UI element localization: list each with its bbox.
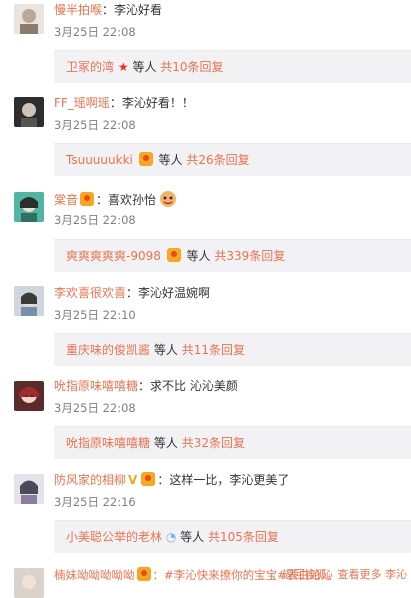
reply-username[interactable]: 吮指原味嘻嘻糖	[66, 436, 150, 450]
reply-summary[interactable]: 吮指原味嘻嘻糖 等人 共32条回复	[54, 426, 411, 459]
member-badge-icon	[136, 567, 151, 581]
reply-summary[interactable]: 卫冢的湾 ★ 等人 共10条回复	[54, 50, 411, 83]
watermark: 返回搜狐，查看更多 李沁	[282, 568, 408, 581]
comment-username[interactable]: FF_瑶啊瑶	[54, 96, 110, 110]
reply-count-link[interactable]: 共339条回复	[214, 249, 285, 263]
comment-text: ：李沁好看！！	[109, 96, 194, 110]
comment-item: FF_瑶啊瑶：李沁好看！！ 3月25日 22:08 Tsuuuuukki 等人 …	[0, 93, 411, 186]
avatar[interactable]	[14, 474, 44, 504]
member-badge-icon	[138, 152, 153, 166]
reply-summary[interactable]: 小美聪公举的老林 ◔ 等人 共105条回复	[54, 520, 411, 553]
comment-username[interactable]: 慢半拍喉	[54, 3, 102, 17]
reply-others-label: 等人	[180, 530, 205, 544]
reply-others-label: 等人	[186, 249, 211, 263]
member-badge-icon	[166, 248, 181, 262]
avatar[interactable]	[14, 568, 44, 598]
avatar[interactable]	[14, 286, 44, 316]
comment-item: 吮指原味嘻嘻糖：求不比 沁沁美颜 3月25日 22:08 吮指原味嘻嘻糖 等人 …	[0, 373, 411, 466]
reply-summary[interactable]: 重庆味的俊凯酱 等人 共11条回复	[54, 333, 411, 366]
reply-summary[interactable]: Tsuuuuukki 等人 共26条回复	[54, 143, 411, 176]
comment-text: ：李沁好看	[102, 3, 163, 17]
comment-timestamp: 3月25日 22:08	[54, 213, 136, 227]
emoji-icon	[158, 190, 178, 212]
reply-summary[interactable]: 爽爽爽爽爽-9098 等人 共339条回复	[54, 239, 411, 272]
comment-timestamp: 3月25日 22:08	[54, 25, 136, 39]
comment-timestamp: 3月25日 22:16	[54, 495, 136, 509]
comment-username[interactable]: 楠妹呦呦呦呦呦	[54, 568, 135, 582]
reply-others-label: 等人	[153, 343, 178, 357]
comment-item: 慢半拍喉：李沁好看 3月25日 22:08 卫冢的湾 ★ 等人 共10条回复	[0, 0, 411, 93]
avatar[interactable]	[14, 4, 44, 34]
avatar[interactable]	[14, 97, 44, 127]
reply-count-link[interactable]: 共10条回复	[160, 60, 223, 74]
reply-others-label: 等人	[158, 153, 183, 167]
comment-username[interactable]: 防风家的相柳	[54, 473, 126, 487]
reply-count-link[interactable]: 共11条回复	[182, 343, 245, 357]
reply-others-label: 等人	[132, 60, 157, 74]
reply-others-label: 等人	[153, 436, 178, 450]
avatar[interactable]	[14, 381, 44, 411]
comment-item: 李欢喜很欢喜：李沁好温婉啊 3月25日 22:10 重庆味的俊凯酱 等人 共11…	[0, 280, 411, 373]
reply-username[interactable]: 重庆味的俊凯酱	[66, 343, 150, 357]
member-badge-icon	[141, 472, 156, 486]
comment-timestamp: 3月25日 22:08	[54, 401, 136, 415]
avatar[interactable]	[14, 192, 44, 222]
comment-text: ：这样一比，李沁更美了	[157, 473, 290, 487]
reply-username[interactable]: 卫冢的湾	[66, 60, 114, 74]
star-icon: ★	[117, 60, 129, 74]
verified-v-icon: V	[128, 473, 138, 487]
comment-timestamp: 3月25日 22:10	[54, 308, 136, 322]
comment-username[interactable]: 吮指原味嘻嘻糖	[54, 379, 138, 393]
reply-count-link[interactable]: 共26条回复	[186, 153, 249, 167]
reply-username[interactable]: 小美聪公举的老林	[66, 530, 162, 544]
comment-item: 防风家的相柳 V ：这样一比，李沁更美了 3月25日 22:16 小美聪公举的老林 …	[0, 466, 411, 559]
comment-text: ：求不比 沁沁美颜	[138, 379, 238, 393]
comment-timestamp: 3月25日 22:08	[54, 118, 136, 132]
reply-username[interactable]: Tsuuuuukki	[66, 153, 133, 167]
member-badge-icon	[80, 192, 95, 206]
reply-count-link[interactable]: 共105条回复	[208, 530, 279, 544]
swirl-icon: ◔	[165, 530, 177, 544]
comment-text: ：喜欢孙怡	[96, 193, 157, 207]
comment-text: ：李沁好温婉啊	[126, 286, 211, 300]
comment-username[interactable]: 棠音	[54, 193, 78, 207]
reply-count-link[interactable]: 共32条回复	[182, 436, 245, 450]
comment-username[interactable]: 李欢喜很欢喜	[54, 286, 126, 300]
reply-username[interactable]: 爽爽爽爽爽-9098	[66, 249, 161, 263]
comment-item: 棠音 ：喜欢孙怡 3月25日 22:08 爽爽爽爽爽-9098 等人 共339条回…	[0, 186, 411, 279]
